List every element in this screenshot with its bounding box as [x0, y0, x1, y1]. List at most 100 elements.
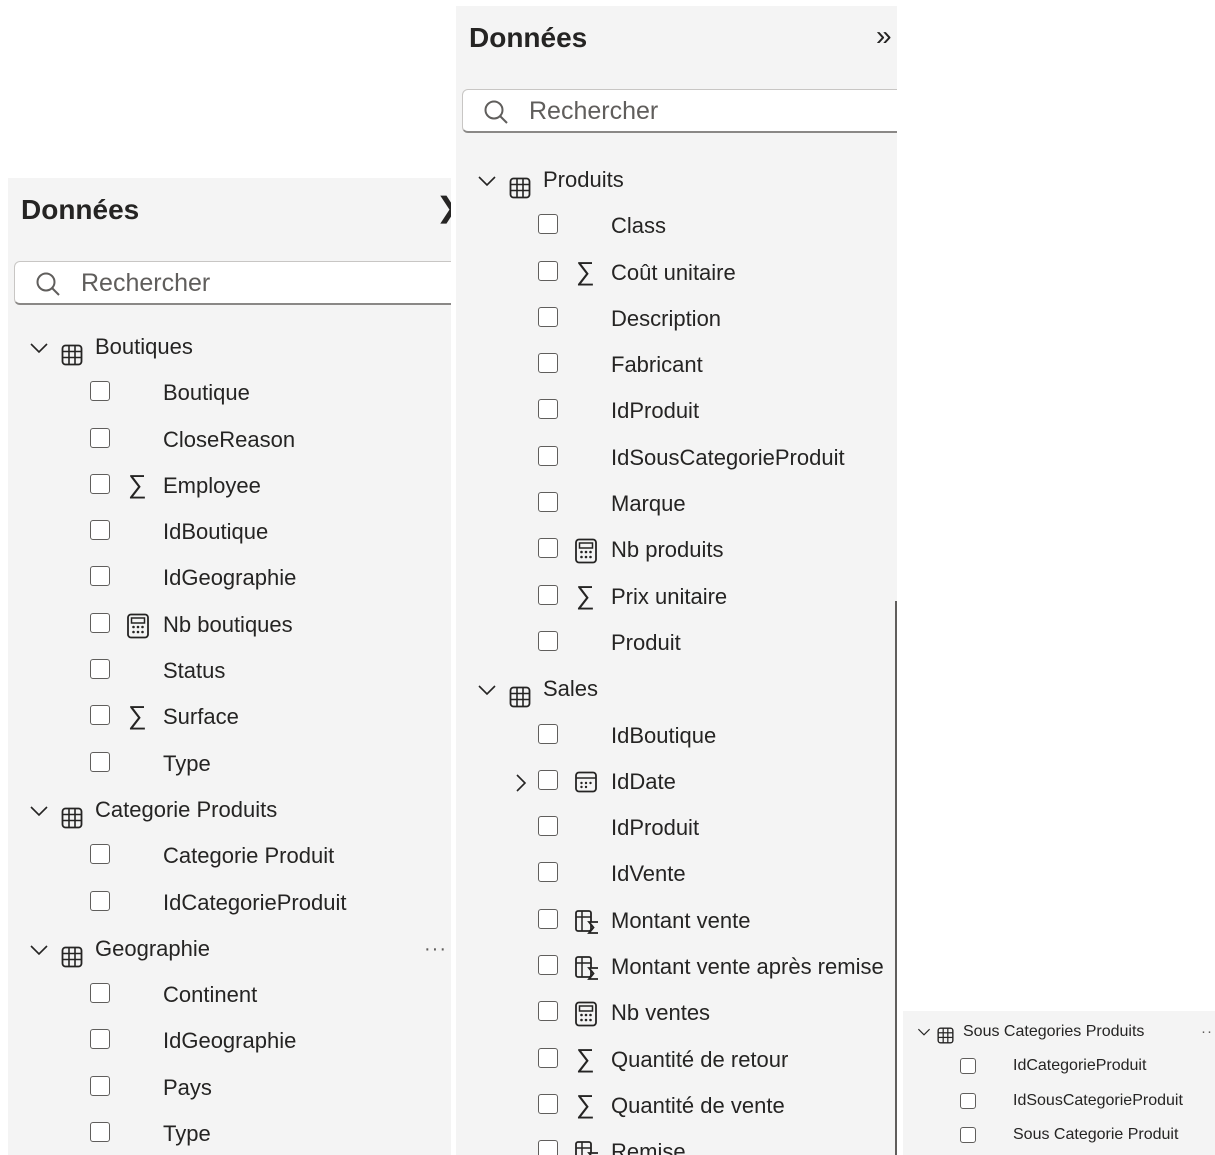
field-item[interactable]: Nb ventes	[456, 990, 897, 1036]
field-item[interactable]: Montant vente	[456, 898, 897, 944]
field-checkbox[interactable]	[538, 955, 558, 976]
field-item[interactable]: Nb produits	[456, 527, 897, 573]
field-checkbox[interactable]	[538, 445, 558, 466]
field-item[interactable]: Pays	[8, 1065, 451, 1111]
field-label: Status	[163, 658, 226, 684]
search-box[interactable]	[462, 89, 897, 133]
field-item[interactable]: Description	[456, 296, 897, 342]
field-checkbox[interactable]	[90, 381, 110, 402]
field-item[interactable]: Status	[8, 648, 451, 694]
field-checkbox[interactable]	[538, 1047, 558, 1068]
field-item[interactable]: ∑ Surface	[8, 694, 451, 740]
field-item[interactable]: ∑ Coût unitaire	[456, 250, 897, 296]
field-checkbox[interactable]	[538, 862, 558, 883]
field-checkbox[interactable]	[90, 427, 110, 448]
field-item[interactable]: Marque	[456, 481, 897, 527]
field-item[interactable]: Categorie Produit	[8, 833, 451, 879]
field-checkbox[interactable]	[538, 260, 558, 281]
field-item[interactable]: IdDate	[456, 759, 897, 805]
chevron-right-icon[interactable]	[511, 759, 531, 805]
chevron-down-icon[interactable]	[29, 324, 49, 370]
field-item[interactable]: IdCategorieProduit	[8, 880, 451, 926]
field-item[interactable]: CloseReason	[8, 417, 451, 463]
field-item[interactable]: ∑ Employee	[8, 463, 451, 509]
field-checkbox[interactable]	[538, 723, 558, 744]
field-item[interactable]: IdBoutique	[8, 509, 451, 555]
field-item[interactable]: IdCategorieProduit	[903, 1049, 1215, 1083]
field-checkbox[interactable]	[90, 705, 110, 726]
field-item[interactable]: Remise	[456, 1129, 897, 1155]
field-checkbox[interactable]	[538, 214, 558, 235]
field-item[interactable]: Fabricant	[456, 342, 897, 388]
field-tree: Produits Class ∑ Coût unitaire Description Fa…	[456, 157, 897, 1155]
search-input[interactable]	[527, 96, 831, 127]
field-checkbox[interactable]	[538, 584, 558, 605]
field-checkbox[interactable]	[538, 306, 558, 327]
chevron-down-icon[interactable]	[477, 666, 497, 712]
field-checkbox[interactable]	[538, 1001, 558, 1022]
field-item[interactable]: Continent	[8, 972, 451, 1018]
field-checkbox[interactable]	[538, 816, 558, 837]
field-checkbox[interactable]	[90, 983, 110, 1004]
field-label: Continent	[163, 982, 258, 1008]
field-item[interactable]: Nb boutiques	[8, 602, 451, 648]
more-options-icon[interactable]: ··	[1201, 1015, 1213, 1049]
chevron-down-icon[interactable]	[477, 157, 497, 203]
field-item[interactable]: Class	[456, 203, 897, 249]
field-item[interactable]: Montant vente après remise	[456, 944, 897, 990]
field-checkbox[interactable]	[538, 538, 558, 559]
field-checkbox[interactable]	[90, 1122, 110, 1143]
table-node[interactable]: Sales	[456, 666, 897, 712]
search-box[interactable]	[14, 261, 451, 305]
field-item[interactable]: Produit	[456, 620, 897, 666]
field-item[interactable]: ∑ Prix unitaire	[456, 574, 897, 620]
field-item[interactable]: ∑ Quantité de vente	[456, 1083, 897, 1129]
table-node[interactable]: Boutiques	[8, 324, 451, 370]
collapse-pane-icon[interactable]: »	[876, 22, 892, 50]
field-checkbox[interactable]	[90, 659, 110, 680]
table-node[interactable]: Categorie Produits	[8, 787, 451, 833]
field-checkbox[interactable]	[538, 1093, 558, 1114]
field-checkbox[interactable]	[90, 612, 110, 633]
field-checkbox[interactable]	[90, 520, 110, 541]
field-checkbox[interactable]	[538, 630, 558, 651]
chevron-down-icon[interactable]	[29, 787, 49, 833]
field-checkbox[interactable]	[538, 908, 558, 929]
field-checkbox[interactable]	[538, 1140, 558, 1155]
collapse-pane-icon[interactable]: ❯	[436, 194, 451, 222]
field-checkbox[interactable]	[90, 1075, 110, 1096]
field-checkbox[interactable]	[90, 473, 110, 494]
field-item[interactable]: IdGeographie	[8, 1018, 451, 1064]
field-checkbox[interactable]	[90, 1029, 110, 1050]
field-checkbox[interactable]	[960, 1092, 976, 1109]
field-item[interactable]: Boutique	[8, 370, 451, 416]
field-item[interactable]: IdGeographie	[8, 555, 451, 601]
field-item[interactable]: Type	[8, 741, 451, 787]
field-checkbox[interactable]	[960, 1127, 976, 1144]
table-node[interactable]: Sous Categories Produits ··	[903, 1015, 1215, 1049]
chevron-down-icon[interactable]	[917, 1015, 931, 1049]
field-item[interactable]: IdVente	[456, 851, 897, 897]
field-checkbox[interactable]	[538, 353, 558, 374]
field-checkbox[interactable]	[90, 890, 110, 911]
field-item[interactable]: Sous Categorie Produit	[903, 1118, 1215, 1152]
field-item[interactable]: IdProduit	[456, 388, 897, 434]
field-checkbox[interactable]	[90, 844, 110, 865]
field-checkbox[interactable]	[538, 769, 558, 790]
field-item[interactable]: IdSousCategorieProduit	[903, 1084, 1215, 1118]
more-options-icon[interactable]: ···	[424, 926, 447, 972]
field-item[interactable]: IdSousCategorieProduit	[456, 435, 897, 481]
search-input[interactable]	[79, 268, 383, 299]
table-node[interactable]: Geographie ···	[8, 926, 451, 972]
field-checkbox[interactable]	[538, 492, 558, 513]
field-item[interactable]: Type	[8, 1111, 451, 1155]
field-item[interactable]: ∑ Quantité de retour	[456, 1037, 897, 1083]
table-node[interactable]: Produits	[456, 157, 897, 203]
field-checkbox[interactable]	[960, 1058, 976, 1075]
field-checkbox[interactable]	[90, 566, 110, 587]
field-item[interactable]: IdProduit	[456, 805, 897, 851]
field-checkbox[interactable]	[538, 399, 558, 420]
field-checkbox[interactable]	[90, 751, 110, 772]
chevron-down-icon[interactable]	[29, 926, 49, 972]
field-item[interactable]: IdBoutique	[456, 713, 897, 759]
